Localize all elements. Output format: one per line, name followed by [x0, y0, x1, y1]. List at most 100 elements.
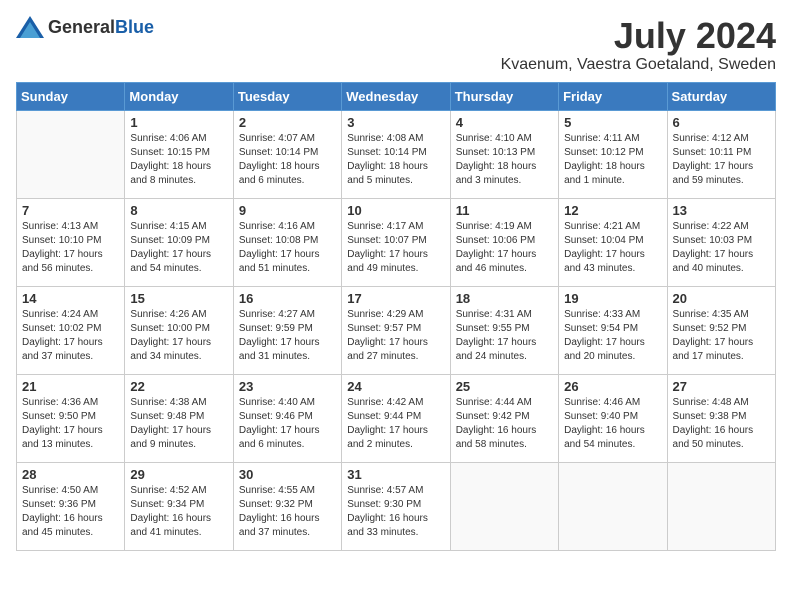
month-title: July 2024 [501, 16, 776, 56]
page-header: GeneralBlue July 2024 Kvaenum, Vaestra G… [16, 16, 776, 74]
day-info: Sunrise: 4:27 AMSunset: 9:59 PMDaylight:… [239, 308, 336, 364]
day-number: 25 [456, 379, 553, 394]
calendar-cell: 18 Sunrise: 4:31 AMSunset: 9:55 PMDayligh… [450, 286, 558, 374]
day-number: 16 [239, 291, 336, 306]
title-section: July 2024 Kvaenum, Vaestra Goetaland, Sw… [501, 16, 776, 74]
day-number: 18 [456, 291, 553, 306]
calendar-cell: 8 Sunrise: 4:15 AMSunset: 10:09 PMDayligh… [125, 198, 233, 286]
calendar-cell: 11 Sunrise: 4:19 AMSunset: 10:06 PMDaylig… [450, 198, 558, 286]
week-row-2: 7Sunrise: 4:13 AMSunset: 10:10 PMDayligh… [17, 198, 776, 286]
calendar-cell: 26 Sunrise: 4:46 AMSunset: 9:40 PMDayligh… [559, 374, 667, 462]
day-number: 4 [456, 115, 553, 130]
day-info: Sunrise: 4:33 AMSunset: 9:54 PMDaylight:… [564, 308, 661, 364]
day-number: 13 [673, 203, 770, 218]
day-info: Sunrise: 4:44 AMSunset: 9:42 PMDaylight:… [456, 396, 553, 452]
day-number: 9 [239, 203, 336, 218]
calendar-cell: 21Sunrise: 4:36 AMSunset: 9:50 PMDayligh… [17, 374, 125, 462]
day-info: Sunrise: 4:12 AMSunset: 10:11 PMDaylight… [673, 132, 770, 188]
calendar-cell [667, 462, 775, 550]
calendar-cell: 29 Sunrise: 4:52 AMSunset: 9:34 PMDayligh… [125, 462, 233, 550]
calendar-cell: 24Sunrise: 4:42 AMSunset: 9:44 PMDayligh… [342, 374, 450, 462]
day-number: 21 [22, 379, 119, 394]
location-title: Kvaenum, Vaestra Goetaland, Sweden [501, 56, 776, 74]
day-number: 24 [347, 379, 444, 394]
day-info: Sunrise: 4:24 AMSunset: 10:02 PMDaylight… [22, 308, 119, 364]
calendar-cell: 4 Sunrise: 4:10 AMSunset: 10:13 PMDayligh… [450, 110, 558, 198]
calendar-header: SundayMondayTuesdayWednesdayThursdayFrid… [17, 82, 776, 110]
calendar-cell: 15 Sunrise: 4:26 AMSunset: 10:00 PMDaylig… [125, 286, 233, 374]
calendar-cell: 9 Sunrise: 4:16 AMSunset: 10:08 PMDayligh… [233, 198, 341, 286]
day-number: 23 [239, 379, 336, 394]
day-info: Sunrise: 4:50 AMSunset: 9:36 PMDaylight:… [22, 484, 119, 540]
day-info: Sunrise: 4:57 AMSunset: 9:30 PMDaylight:… [347, 484, 444, 540]
day-number: 1 [130, 115, 227, 130]
calendar-body: 1 Sunrise: 4:06 AMSunset: 10:15 PMDayligh… [17, 110, 776, 550]
week-row-5: 28Sunrise: 4:50 AMSunset: 9:36 PMDayligh… [17, 462, 776, 550]
day-number: 17 [347, 291, 444, 306]
day-number: 29 [130, 467, 227, 482]
day-number: 31 [347, 467, 444, 482]
day-number: 8 [130, 203, 227, 218]
day-info: Sunrise: 4:08 AMSunset: 10:14 PMDaylight… [347, 132, 444, 188]
calendar-cell [559, 462, 667, 550]
header-day-friday: Friday [559, 82, 667, 110]
day-info: Sunrise: 4:13 AMSunset: 10:10 PMDaylight… [22, 220, 119, 276]
day-info: Sunrise: 4:29 AMSunset: 9:57 PMDaylight:… [347, 308, 444, 364]
calendar-cell: 16 Sunrise: 4:27 AMSunset: 9:59 PMDayligh… [233, 286, 341, 374]
day-info: Sunrise: 4:48 AMSunset: 9:38 PMDaylight:… [673, 396, 770, 452]
day-number: 27 [673, 379, 770, 394]
day-info: Sunrise: 4:26 AMSunset: 10:00 PMDaylight… [130, 308, 227, 364]
day-number: 15 [130, 291, 227, 306]
logo-icon [16, 16, 44, 38]
header-day-thursday: Thursday [450, 82, 558, 110]
day-info: Sunrise: 4:52 AMSunset: 9:34 PMDaylight:… [130, 484, 227, 540]
header-day-saturday: Saturday [667, 82, 775, 110]
logo: GeneralBlue [16, 16, 154, 38]
header-row: SundayMondayTuesdayWednesdayThursdayFrid… [17, 82, 776, 110]
day-info: Sunrise: 4:46 AMSunset: 9:40 PMDaylight:… [564, 396, 661, 452]
day-info: Sunrise: 4:38 AMSunset: 9:48 PMDaylight:… [130, 396, 227, 452]
day-info: Sunrise: 4:16 AMSunset: 10:08 PMDaylight… [239, 220, 336, 276]
day-info: Sunrise: 4:19 AMSunset: 10:06 PMDaylight… [456, 220, 553, 276]
calendar-cell [450, 462, 558, 550]
day-info: Sunrise: 4:06 AMSunset: 10:15 PMDaylight… [130, 132, 227, 188]
calendar-cell: 2 Sunrise: 4:07 AMSunset: 10:14 PMDayligh… [233, 110, 341, 198]
calendar-cell: 1 Sunrise: 4:06 AMSunset: 10:15 PMDayligh… [125, 110, 233, 198]
day-info: Sunrise: 4:15 AMSunset: 10:09 PMDaylight… [130, 220, 227, 276]
day-number: 30 [239, 467, 336, 482]
calendar-cell: 25 Sunrise: 4:44 AMSunset: 9:42 PMDayligh… [450, 374, 558, 462]
calendar-cell: 6 Sunrise: 4:12 AMSunset: 10:11 PMDayligh… [667, 110, 775, 198]
day-number: 2 [239, 115, 336, 130]
day-number: 19 [564, 291, 661, 306]
day-number: 3 [347, 115, 444, 130]
calendar-cell [17, 110, 125, 198]
day-info: Sunrise: 4:11 AMSunset: 10:12 PMDaylight… [564, 132, 661, 188]
day-info: Sunrise: 4:21 AMSunset: 10:04 PMDaylight… [564, 220, 661, 276]
day-info: Sunrise: 4:22 AMSunset: 10:03 PMDaylight… [673, 220, 770, 276]
calendar-table: SundayMondayTuesdayWednesdayThursdayFrid… [16, 82, 776, 551]
day-info: Sunrise: 4:07 AMSunset: 10:14 PMDaylight… [239, 132, 336, 188]
calendar-cell: 19 Sunrise: 4:33 AMSunset: 9:54 PMDayligh… [559, 286, 667, 374]
day-info: Sunrise: 4:17 AMSunset: 10:07 PMDaylight… [347, 220, 444, 276]
day-number: 6 [673, 115, 770, 130]
week-row-3: 14Sunrise: 4:24 AMSunset: 10:02 PMDaylig… [17, 286, 776, 374]
calendar-cell: 27 Sunrise: 4:48 AMSunset: 9:38 PMDayligh… [667, 374, 775, 462]
day-info: Sunrise: 4:10 AMSunset: 10:13 PMDaylight… [456, 132, 553, 188]
day-info: Sunrise: 4:35 AMSunset: 9:52 PMDaylight:… [673, 308, 770, 364]
calendar-cell: 5Sunrise: 4:11 AMSunset: 10:12 PMDayligh… [559, 110, 667, 198]
header-day-monday: Monday [125, 82, 233, 110]
calendar-cell: 17 Sunrise: 4:29 AMSunset: 9:57 PMDayligh… [342, 286, 450, 374]
week-row-4: 21Sunrise: 4:36 AMSunset: 9:50 PMDayligh… [17, 374, 776, 462]
day-number: 11 [456, 203, 553, 218]
week-row-1: 1 Sunrise: 4:06 AMSunset: 10:15 PMDayligh… [17, 110, 776, 198]
header-day-tuesday: Tuesday [233, 82, 341, 110]
calendar-cell: 10 Sunrise: 4:17 AMSunset: 10:07 PMDaylig… [342, 198, 450, 286]
logo-blue: Blue [115, 17, 154, 37]
day-number: 20 [673, 291, 770, 306]
calendar-cell: 30Sunrise: 4:55 AMSunset: 9:32 PMDayligh… [233, 462, 341, 550]
day-number: 26 [564, 379, 661, 394]
day-number: 12 [564, 203, 661, 218]
day-info: Sunrise: 4:31 AMSunset: 9:55 PMDaylight:… [456, 308, 553, 364]
day-number: 10 [347, 203, 444, 218]
calendar-cell: 3 Sunrise: 4:08 AMSunset: 10:14 PMDayligh… [342, 110, 450, 198]
